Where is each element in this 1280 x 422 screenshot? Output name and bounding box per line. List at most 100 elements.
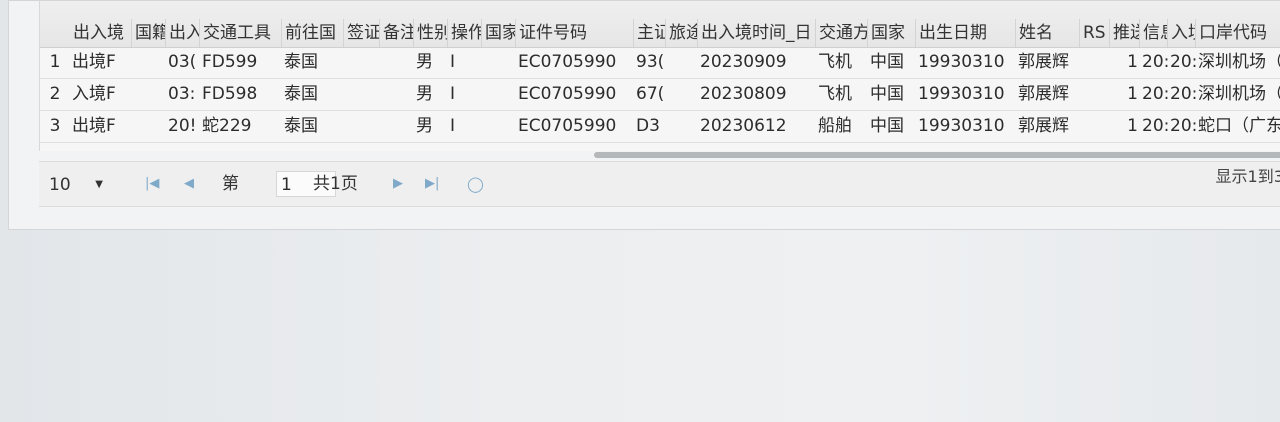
table-cell: FD598 bbox=[202, 84, 258, 104]
refresh-icon[interactable]: ◯ bbox=[467, 174, 484, 194]
table-cell: 深圳机场（ bbox=[1198, 84, 1280, 104]
table-cell bbox=[1080, 111, 1110, 142]
table-cell bbox=[132, 111, 166, 142]
table-cell: 泰国 bbox=[284, 52, 318, 72]
table-cell: 20230612 bbox=[700, 116, 787, 136]
table-cell: 20! bbox=[168, 116, 197, 136]
page-label: 第 bbox=[222, 174, 239, 194]
table-cell: 郭展辉 bbox=[1018, 52, 1069, 72]
table-cell: 20: bbox=[1142, 52, 1168, 72]
column-header[interactable]: 出入境 bbox=[70, 19, 132, 47]
table-cell bbox=[132, 79, 166, 110]
table-cell bbox=[344, 47, 380, 78]
total-pages-label: 共1页 bbox=[313, 174, 358, 194]
column-header[interactable]: 推送 bbox=[1110, 19, 1140, 47]
table-cell: EC0705990 bbox=[518, 52, 617, 72]
table-cell: 中国 bbox=[870, 52, 904, 72]
column-header[interactable]: RS bbox=[1080, 19, 1110, 47]
row-number: 2 bbox=[49, 84, 61, 104]
table-cell bbox=[132, 47, 166, 78]
table-cell: 出境F bbox=[72, 116, 116, 136]
table-cell: 20230809 bbox=[700, 84, 787, 104]
table-cell bbox=[482, 47, 516, 78]
table-cell bbox=[666, 79, 698, 110]
table-cell: 20: bbox=[1170, 116, 1196, 136]
column-header[interactable]: 备注 bbox=[380, 19, 414, 47]
table-cell bbox=[482, 111, 516, 142]
column-header[interactable]: 国籍 bbox=[132, 19, 166, 47]
column-header[interactable]: 姓名 bbox=[1016, 19, 1080, 47]
column-header[interactable]: 签证 bbox=[344, 19, 380, 47]
horizontal-scrollbar[interactable] bbox=[594, 152, 1280, 158]
table-cell: 20230909 bbox=[700, 52, 787, 72]
table-cell: 泰国 bbox=[284, 84, 318, 104]
column-header[interactable]: 国家 bbox=[868, 19, 916, 47]
table-cell: 入境F bbox=[72, 84, 116, 104]
last-page-icon[interactable]: ▶| bbox=[425, 174, 439, 194]
data-grid-panel: 出入境 国籍 出入 交通工具 前往国 签证 备注 性别 操作 国家 证件号码 主… bbox=[8, 0, 1280, 230]
column-header[interactable]: 主证 bbox=[634, 19, 666, 47]
table-cell: EC0705990 bbox=[518, 116, 617, 136]
column-header[interactable]: 出生日期 bbox=[916, 19, 1016, 47]
table-cell: 03( bbox=[168, 52, 197, 72]
column-header[interactable]: 信息 bbox=[1140, 19, 1168, 47]
table-cell bbox=[344, 79, 380, 110]
table-cell: 蛇口（广东 bbox=[1198, 116, 1280, 136]
row-number: 3 bbox=[49, 116, 61, 136]
grid-header: 出入境 国籍 出入 交通工具 前往国 签证 备注 性别 操作 国家 证件号码 主… bbox=[40, 1, 1280, 48]
column-header[interactable]: 入境 bbox=[1168, 19, 1196, 47]
table-cell: 20: bbox=[1170, 52, 1196, 72]
column-header[interactable]: 证件号码 bbox=[516, 19, 634, 47]
column-header[interactable]: 出入 bbox=[166, 19, 200, 47]
table-cell: 19930310 bbox=[918, 84, 1005, 104]
page-size-select[interactable]: 10 ▼ bbox=[49, 172, 107, 198]
column-header[interactable]: 旅途 bbox=[666, 19, 698, 47]
table-cell: I bbox=[450, 84, 456, 104]
table-cell: 03: bbox=[168, 84, 196, 104]
table-row[interactable]: 2 入境F 03: FD598 泰国 男 I EC0705990 67( 202… bbox=[40, 79, 1280, 111]
column-header[interactable]: 交通方 bbox=[816, 19, 868, 47]
column-header[interactable]: 口岸代码 bbox=[1196, 19, 1280, 47]
next-page-icon[interactable]: ▶ bbox=[393, 174, 403, 194]
table-cell: EC0705990 bbox=[518, 84, 617, 104]
table-cell: 19930310 bbox=[918, 52, 1005, 72]
table-cell: 蛇229 bbox=[202, 116, 252, 136]
table-cell: 飞机 bbox=[818, 52, 852, 72]
table-cell: 67( bbox=[636, 84, 665, 104]
table-cell: 19930310 bbox=[918, 116, 1005, 136]
table-cell: FD599 bbox=[202, 52, 258, 72]
table-cell: 男 bbox=[416, 116, 433, 136]
table-cell: 泰国 bbox=[284, 116, 318, 136]
table-cell: 20: bbox=[1142, 116, 1168, 136]
column-header[interactable]: 前往国 bbox=[282, 19, 344, 47]
column-header[interactable]: 国家 bbox=[482, 19, 516, 47]
table-cell: 男 bbox=[416, 84, 433, 104]
table-cell bbox=[380, 79, 414, 110]
table-cell: 深圳机场（ bbox=[1198, 52, 1280, 72]
data-grid: 出入境 国籍 出入 交通工具 前往国 签证 备注 性别 操作 国家 证件号码 主… bbox=[39, 1, 1280, 151]
table-cell bbox=[1080, 79, 1110, 110]
pagination-info: 显示1到3,共 bbox=[1215, 167, 1280, 186]
table-row[interactable]: 1 出境F 03( FD599 泰国 男 I EC0705990 93( 202… bbox=[40, 47, 1280, 79]
column-header[interactable]: 性别 bbox=[414, 19, 448, 47]
table-cell: 船舶 bbox=[818, 116, 852, 136]
prev-page-icon[interactable]: ◀ bbox=[184, 174, 194, 194]
column-header[interactable]: 出入境时间_日 bbox=[698, 19, 816, 47]
table-cell: 1 bbox=[1127, 116, 1138, 136]
table-cell: 出境F bbox=[72, 52, 116, 72]
table-cell: 20: bbox=[1142, 84, 1168, 104]
pagination-bar: 10 ▼ |◀ ◀ 第 1 共1页 ▶ ▶| ◯ 显示1到3,共 bbox=[39, 161, 1280, 207]
column-header[interactable]: 操作 bbox=[448, 19, 482, 47]
table-cell: I bbox=[450, 52, 456, 72]
table-cell: I bbox=[450, 116, 456, 136]
first-page-icon[interactable]: |◀ bbox=[145, 174, 159, 194]
screen: 出入境 国籍 出入 交通工具 前往国 签证 备注 性别 操作 国家 证件号码 主… bbox=[0, 0, 1280, 422]
table-cell: 中国 bbox=[870, 84, 904, 104]
table-cell: D3 bbox=[636, 116, 660, 136]
table-cell: 1 bbox=[1127, 52, 1138, 72]
table-cell: 1 bbox=[1127, 84, 1138, 104]
column-header[interactable]: 交通工具 bbox=[200, 19, 282, 47]
table-row[interactable]: 3 出境F 20! 蛇229 泰国 男 I EC0705990 D3 20230… bbox=[40, 111, 1280, 143]
table-cell: 男 bbox=[416, 52, 433, 72]
table-cell bbox=[1080, 47, 1110, 78]
